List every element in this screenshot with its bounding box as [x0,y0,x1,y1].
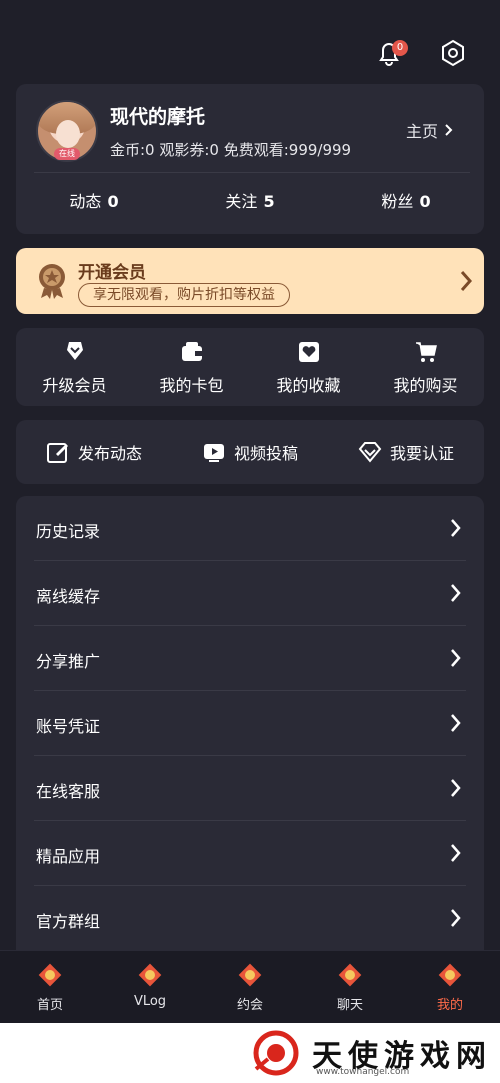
video-upload-icon [203,444,224,462]
chevron-right-icon [451,584,461,602]
verify-button[interactable]: 我要认证 [358,440,454,464]
menu-account-credential[interactable]: 账号凭证 [34,691,466,756]
bottom-tab-bar: 首页 VLog 约会 聊天 我的 [0,950,500,1023]
home-lantern-icon [38,963,62,987]
cart-icon [415,342,437,362]
settings-menu: 历史记录 离线缓存 分享推广 账号凭证 在线客服 精品应用 官方群组 [16,496,484,966]
settings-hex-icon [442,39,464,67]
quick-entries: 升级会员 我的卡包 我的收藏 我的购买 [16,328,484,406]
my-purchases-button[interactable]: 我的购买 [367,328,484,406]
vip-medal-icon [39,264,65,299]
edit-icon [46,443,68,463]
stat-fans[interactable]: 粉丝 0 [381,188,430,212]
vip-shield-icon [66,342,83,360]
settings-button[interactable] [436,36,470,70]
chevron-right-icon [451,714,461,732]
dating-lantern-icon [238,963,262,987]
menu-customer-service[interactable]: 在线客服 [34,756,466,821]
chevron-right-icon [460,271,473,291]
vip-subtitle: 享无限观看，购片折扣等权益 [78,283,290,307]
watermark-logo-icon [253,1030,299,1076]
menu-featured-apps[interactable]: 精品应用 [34,821,466,886]
top-bar: 0 [372,36,470,70]
profile-card: 在线 现代的摩托 金币:0 观影券:0 免费观看:999/999 主页 动态 0 … [16,84,484,234]
divider [34,172,470,173]
homepage-link[interactable]: 主页 [406,118,454,142]
vlog-lantern-icon [138,963,162,987]
watermark-url: www.townangel.com [316,1067,410,1077]
chevron-right-icon [451,779,461,797]
notification-badge: 0 [392,40,408,56]
chevron-right-icon [445,124,453,136]
upgrade-vip-button[interactable]: 升级会员 [16,328,133,406]
menu-offline-cache[interactable]: 离线缓存 [34,561,466,626]
menu-history[interactable]: 历史记录 [34,496,466,561]
tab-home[interactable]: 首页 [0,951,100,1023]
tab-vlog[interactable]: VLog [100,951,200,1023]
menu-official-groups[interactable]: 官方群组 [34,886,466,951]
stat-posts[interactable]: 动态 0 [69,188,118,212]
watermark-footer: 天使游戏网 www.townangel.com [0,1023,500,1083]
video-upload-button[interactable]: 视频投稿 [202,440,298,464]
mine-lantern-icon [438,963,462,987]
chevron-right-icon [451,649,461,667]
wallet-icon [181,342,202,361]
menu-share[interactable]: 分享推广 [34,626,466,691]
homepage-label: 主页 [405,122,438,141]
tab-mine[interactable]: 我的 [400,951,500,1023]
vip-banner[interactable]: 开通会员 享无限观看，购片折扣等权益 [16,248,484,314]
notification-bell-button[interactable]: 0 [372,36,408,70]
tab-dating[interactable]: 约会 [200,951,300,1023]
action-row: 发布动态 视频投稿 我要认证 [16,420,484,484]
favorite-box-icon [298,342,319,362]
vip-title: 开通会员 [78,263,146,283]
stat-following[interactable]: 关注 5 [225,188,274,212]
follow-stats: 动态 0 关注 5 粉丝 0 [16,188,484,212]
chevron-right-icon [451,844,461,862]
user-balance-line: 金币:0 观影券:0 免费观看:999/999 [110,141,352,159]
tab-chat[interactable]: 聊天 [300,951,400,1023]
diamond-icon [358,442,382,463]
username: 现代的摩托 [110,106,206,128]
post-update-button[interactable]: 发布动态 [46,440,142,464]
my-wallet-button[interactable]: 我的卡包 [133,328,250,406]
chevron-right-icon [451,519,461,537]
chat-lantern-icon [338,963,362,987]
avatar-status-tag: 在线 [54,148,80,160]
chevron-right-icon [451,909,461,927]
my-favorites-button[interactable]: 我的收藏 [250,328,367,406]
